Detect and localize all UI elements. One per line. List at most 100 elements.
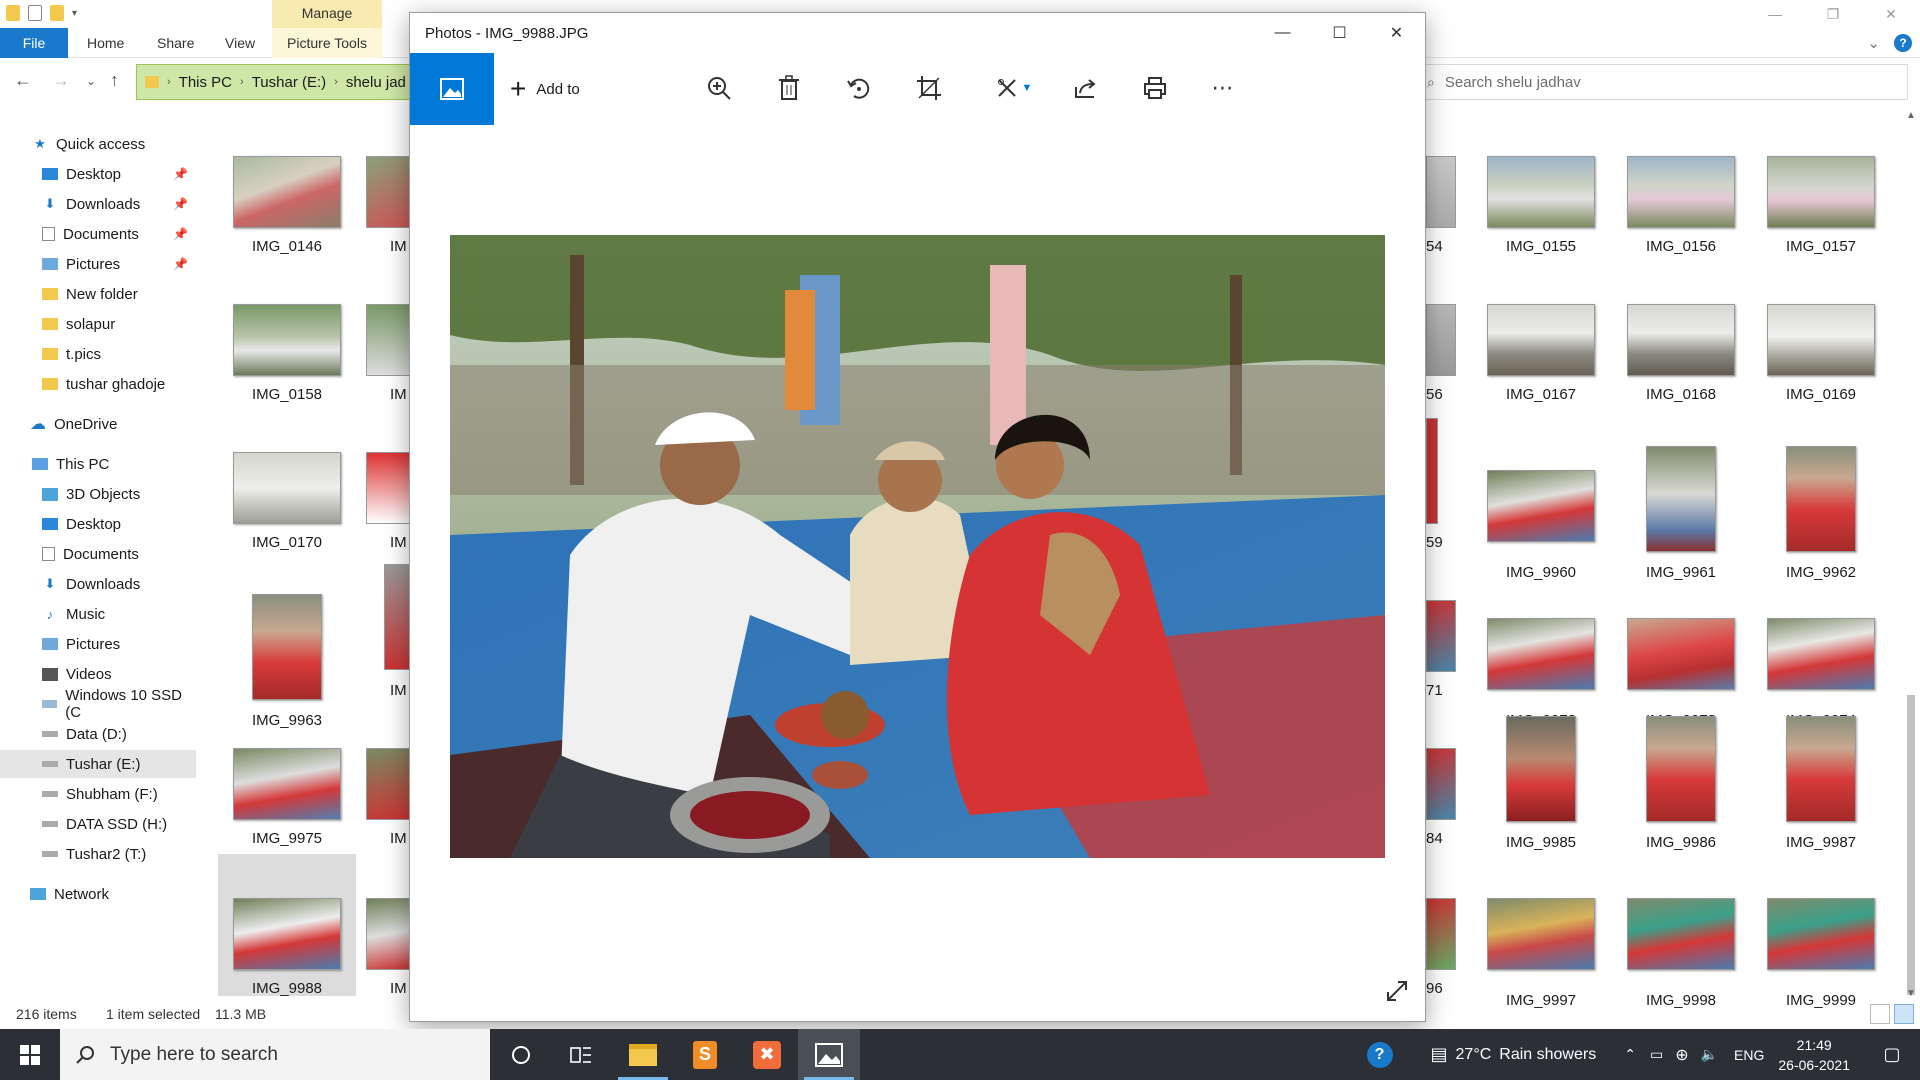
sidebar-item-videos[interactable]: Videos: [0, 660, 196, 688]
file-thumbnail[interactable]: [1426, 600, 1456, 672]
pin-icon[interactable]: 📌: [173, 227, 188, 241]
file-tile-selected[interactable]: IMG_9988: [218, 854, 356, 997]
file-tile[interactable]: IMG_0156: [1612, 150, 1750, 292]
breadcrumb-folder[interactable]: shelu jad: [346, 74, 406, 91]
folder-icon[interactable]: [6, 5, 20, 21]
file-tile[interactable]: IMG_9987: [1752, 716, 1890, 858]
globe-icon[interactable]: ⊕: [1675, 1045, 1688, 1065]
customize-qat-icon[interactable]: ▾: [72, 8, 77, 19]
file-tile[interactable]: IMG_0170: [218, 446, 356, 588]
up-arrow-icon[interactable]: ↑: [110, 70, 119, 91]
file-tile[interactable]: IMG_9999: [1752, 864, 1890, 1009]
input-language[interactable]: ENG: [1734, 1047, 1764, 1063]
weather-temperature[interactable]: 27°C: [1456, 1046, 1492, 1064]
manage-tab[interactable]: Manage: [272, 0, 382, 28]
share-button[interactable]: [1068, 71, 1102, 105]
sidebar-item-network[interactable]: Network: [0, 880, 196, 908]
minimize-button[interactable]: —: [1746, 0, 1804, 28]
vertical-scrollbar[interactable]: ▲ ▼: [1902, 110, 1920, 1000]
notifications-icon[interactable]: ▢: [1864, 1029, 1920, 1080]
restore-button[interactable]: ❐: [1804, 0, 1862, 28]
file-tile[interactable]: IMG_9972: [1472, 594, 1610, 736]
file-tile[interactable]: IMG_0167: [1472, 298, 1610, 440]
sidebar-item-pictures[interactable]: Pictures 📌: [0, 250, 196, 278]
sidebar-item-drive-e[interactable]: Tushar (E:): [0, 750, 196, 778]
forward-arrow-icon[interactable]: →: [52, 70, 70, 91]
tab-picture-tools[interactable]: Picture Tools: [272, 28, 382, 58]
see-all-photos-button[interactable]: [410, 53, 494, 125]
back-arrow-icon[interactable]: ←: [14, 70, 32, 91]
scrollbar-thumb[interactable]: [1907, 695, 1915, 995]
clock[interactable]: 21:49 26-06-2021: [1778, 1035, 1850, 1075]
file-tile[interactable]: IMG_9962: [1752, 446, 1890, 588]
breadcrumb-separator-icon[interactable]: ›: [334, 76, 338, 88]
file-tile[interactable]: IMG_0158: [218, 298, 356, 440]
edit-create-button[interactable]: ▼: [990, 71, 1038, 105]
file-tile[interactable]: IMG_9998: [1612, 864, 1750, 1009]
weather-icon[interactable]: ▤: [1431, 1044, 1448, 1065]
cortana-button[interactable]: [490, 1029, 552, 1080]
sidebar-item-solapur[interactable]: solapur: [0, 310, 196, 338]
properties-icon[interactable]: [28, 5, 42, 21]
taskbar-app-sublime[interactable]: S: [674, 1029, 736, 1080]
taskbar-app-photos[interactable]: [798, 1029, 860, 1080]
sidebar-item-drive-f[interactable]: Shubham (F:): [0, 780, 196, 808]
address-bar[interactable]: › This PC › Tushar (E:) › shelu jad: [136, 64, 436, 100]
breadcrumb-separator-icon[interactable]: ›: [240, 76, 244, 88]
file-tile[interactable]: IMG_0157: [1752, 150, 1890, 292]
search-input[interactable]: ⌕ Search shelu jadhav: [1414, 64, 1908, 100]
sidebar-item-quick-access[interactable]: ★ Quick access: [0, 130, 196, 158]
file-thumbnail[interactable]: [366, 304, 410, 376]
full-screen-button[interactable]: [1385, 979, 1409, 1007]
file-tile[interactable]: IMG_0146: [218, 150, 356, 292]
recent-locations-icon[interactable]: ⌄: [86, 74, 96, 88]
file-tile[interactable]: IMG_9974: [1752, 594, 1890, 736]
delete-button[interactable]: [772, 71, 806, 105]
file-tile[interactable]: IMG_9961: [1612, 446, 1750, 588]
help-icon[interactable]: ?: [1366, 1041, 1393, 1068]
tab-file[interactable]: File: [0, 28, 68, 58]
file-thumbnail[interactable]: [1426, 156, 1456, 228]
file-tile[interactable]: IMG_9960: [1472, 446, 1610, 588]
breadcrumb-separator-icon[interactable]: ›: [167, 76, 171, 88]
sidebar-item-drive-d[interactable]: Data (D:): [0, 720, 196, 748]
sidebar-item-documents[interactable]: Documents 📌: [0, 220, 196, 248]
sidebar-item-new-folder[interactable]: New folder: [0, 280, 196, 308]
file-thumbnail[interactable]: [384, 564, 410, 670]
sidebar-item-tushar-ghadoje[interactable]: tushar ghadoje: [0, 370, 196, 398]
pin-icon[interactable]: 📌: [173, 167, 188, 181]
taskbar-app-xampp[interactable]: ✖: [736, 1029, 798, 1080]
file-thumbnail[interactable]: [1426, 418, 1438, 524]
scroll-down-icon[interactable]: ▼: [1906, 988, 1916, 999]
file-thumbnail[interactable]: [366, 898, 410, 970]
file-thumbnail[interactable]: [366, 452, 410, 524]
scroll-up-icon[interactable]: ▲: [1906, 110, 1916, 121]
file-thumbnail[interactable]: [1426, 898, 1456, 970]
breadcrumb-drive[interactable]: Tushar (E:): [252, 74, 326, 91]
pin-icon[interactable]: 📌: [173, 197, 188, 211]
sidebar-item-music[interactable]: ♪ Music: [0, 600, 196, 628]
sidebar-item-downloads[interactable]: ⬇ Downloads 📌: [0, 190, 196, 218]
sidebar-item-drive-t[interactable]: Tushar2 (T:): [0, 840, 196, 868]
rotate-button[interactable]: [842, 71, 876, 105]
breadcrumb-this-pc[interactable]: This PC: [179, 74, 232, 91]
sidebar-item-desktop[interactable]: Desktop 📌: [0, 160, 196, 188]
details-view-icon[interactable]: [1870, 1004, 1890, 1024]
sidebar-item-tpics[interactable]: t.pics: [0, 340, 196, 368]
file-tile[interactable]: IMG_9963: [218, 594, 356, 736]
help-icon[interactable]: ?: [1894, 34, 1912, 52]
volume-icon[interactable]: 🔈: [1701, 1046, 1718, 1063]
sidebar-item-this-pc[interactable]: This PC: [0, 450, 196, 478]
battery-icon[interactable]: ▭: [1650, 1046, 1663, 1063]
file-tile[interactable]: IMG_9986: [1612, 716, 1750, 858]
file-thumbnail[interactable]: [1426, 748, 1456, 820]
zoom-in-button[interactable]: [702, 71, 736, 105]
file-tile[interactable]: IMG_9973: [1612, 594, 1750, 736]
weather-condition[interactable]: Rain showers: [1499, 1046, 1596, 1064]
tab-share[interactable]: Share: [157, 28, 194, 58]
more-options-icon[interactable]: ⋯: [1206, 71, 1240, 105]
task-view-button[interactable]: [550, 1029, 612, 1080]
close-button[interactable]: ✕: [1862, 0, 1920, 28]
sidebar-item-pc-desktop[interactable]: Desktop: [0, 510, 196, 538]
file-tile[interactable]: IMG_0155: [1472, 150, 1610, 292]
